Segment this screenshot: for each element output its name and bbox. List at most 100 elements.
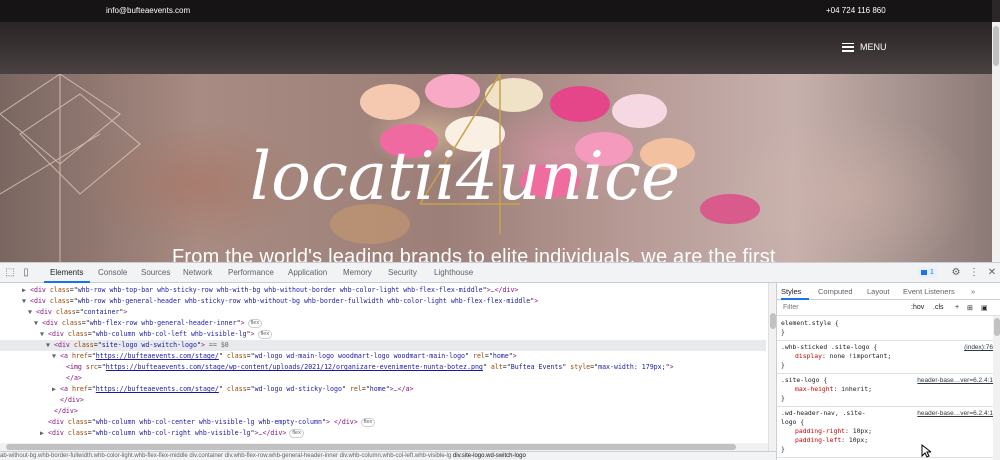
rule-selector[interactable]: .site-logo {header-base…ver=6.2.4:1 (777, 376, 993, 385)
tab-network[interactable]: Network (183, 268, 212, 277)
page-scrollbar-thumb[interactable] (993, 26, 999, 66)
expand-toggle-icon[interactable]: ▶ (52, 384, 60, 395)
dom-tree-horizontal-scrollbar[interactable] (0, 443, 768, 451)
dom-node-selected[interactable]: ▼ <div class="site-logo wd-switch-logo"> … (0, 340, 766, 351)
style-property[interactable]: display: none !important; (777, 352, 993, 361)
breadcrumb-item[interactable]: div.whb-flex-row.whb-general-header-inne… (225, 453, 338, 459)
page-scrollbar[interactable] (992, 22, 1000, 262)
rule-selector[interactable]: logo { (777, 418, 993, 427)
breadcrumb-item[interactable]: div.whb-column.whb-col-left.whb-visible-… (340, 453, 452, 459)
property-name[interactable]: max-height (781, 385, 833, 393)
device-toolbar-icon[interactable]: ▯ (20, 267, 32, 279)
expand-toggle-icon[interactable]: ▼ (46, 340, 54, 351)
tab-console[interactable]: Console (98, 268, 127, 277)
rule-source-link[interactable]: header-base…ver=6.2.4:1 (917, 409, 993, 418)
styles-scrollbar[interactable] (993, 316, 1000, 460)
dom-node[interactable]: ▼ <a href="https://bufteaevents.com/stage… (0, 351, 766, 362)
computed-sidebar-icon[interactable]: ▣ (981, 304, 988, 312)
dom-node[interactable]: ▼ <div class="whb-row whb-general-header … (0, 296, 766, 307)
rule-source-link[interactable]: (index):76 (964, 343, 993, 352)
topbar-phone[interactable]: +04 724 116 860 (826, 6, 886, 15)
tab-security[interactable]: Security (388, 268, 417, 277)
dom-node[interactable]: </div> (0, 395, 766, 406)
property-name[interactable]: display (781, 352, 822, 360)
hover-state-toggle[interactable]: :hov (911, 304, 924, 311)
dom-tree-horizontal-scrollbar-thumb[interactable] (6, 444, 736, 450)
style-rule[interactable]: element.style {} (777, 319, 993, 337)
tab-elements[interactable]: Elements (50, 268, 83, 277)
tab-performance[interactable]: Performance (228, 268, 274, 277)
dom-node[interactable]: <div class="whb-column whb-col-center wh… (0, 417, 766, 428)
style-rule[interactable]: .whb-sticked .site-logo {(index):76 displ… (777, 343, 993, 370)
inspect-element-icon[interactable]: ⬚ (4, 267, 16, 279)
dom-node[interactable]: ▼ <div class="container"> (0, 307, 766, 318)
style-property[interactable]: padding-right: 10px; (777, 427, 993, 436)
rule-close-brace: } (781, 328, 785, 336)
class-toggle[interactable]: .cls (933, 304, 944, 311)
expand-toggle-icon[interactable]: ▶ (40, 428, 48, 439)
property-name[interactable]: padding-right (781, 427, 845, 435)
dom-node[interactable]: ▶ <div class="whb-column whb-col-right wh… (0, 428, 766, 439)
tab-application[interactable]: Application (288, 268, 327, 277)
rule-source-link[interactable]: header-base…ver=6.2.4:1 (917, 376, 993, 385)
breadcrumb-item[interactable]: ab-without-bg.whb-border-fullwidth.whb-c… (0, 453, 188, 459)
dom-node[interactable]: ▶ <a href="https://bufteaevents.com/stage… (0, 384, 766, 395)
issues-badge[interactable]: 1 (918, 267, 937, 278)
styles-tab-layout[interactable]: Layout (867, 287, 890, 296)
expand-toggle-icon[interactable]: ▼ (22, 296, 30, 307)
property-value[interactable]: 10px; (853, 427, 872, 435)
menu-button[interactable]: MENU (842, 42, 887, 52)
dom-node[interactable]: ▼ <div class="whb-column whb-col-left whb… (0, 329, 766, 340)
styles-tab-styles[interactable]: Styles (781, 287, 801, 296)
rule-selector[interactable]: .wd-header-nav, .site-header-base…ver=6.… (777, 409, 993, 418)
dom-node[interactable]: ▶ <div class="whb-row whb-top-bar whb-sti… (0, 285, 766, 296)
dom-node[interactable]: ▼ <div class="whb-flex-row whb-general-he… (0, 318, 766, 329)
website-viewport: locatii4unice MENU info@bufteaevents.com… (0, 0, 1000, 262)
styles-scrollbar-thumb[interactable] (994, 318, 1000, 336)
rule-divider (777, 457, 993, 458)
styles-tab-bar: Styles Computed Layout Event Listeners » (777, 283, 1000, 300)
styles-filter-input[interactable] (783, 304, 873, 311)
expand-toggle-icon[interactable]: ▼ (52, 351, 60, 362)
hero-section: locatii4unice (0, 74, 992, 262)
close-icon[interactable]: ✕ (986, 267, 998, 279)
rule-divider (777, 340, 993, 341)
dom-node[interactable]: <img src="https://bufteaevents.com/stage… (0, 362, 766, 373)
rendering-emulation-icon[interactable]: ⊞ (967, 304, 973, 312)
rule-selector[interactable]: element.style { (777, 319, 993, 328)
dom-node-markup: </div> (60, 396, 84, 404)
property-value[interactable]: none !important; (830, 352, 892, 360)
rule-selector[interactable]: .whb-sticked .site-logo {(index):76 (777, 343, 993, 352)
breadcrumb-item[interactable]: div.container (189, 453, 223, 459)
style-property[interactable]: max-height: inherit; (777, 385, 993, 394)
expand-toggle-icon[interactable]: ▶ (22, 285, 30, 296)
styles-filter-bar: :hov .cls + ⊞ ▣ (777, 300, 1000, 316)
add-rule-icon[interactable]: + (955, 304, 959, 311)
dom-node[interactable]: </div> (0, 406, 766, 417)
expand-toggle-icon[interactable]: ▼ (34, 318, 42, 329)
more-tabs-icon[interactable]: » (971, 287, 975, 296)
expand-toggle-icon[interactable]: ▼ (28, 307, 36, 318)
rule-divider (777, 406, 993, 407)
style-rule[interactable]: .wd-header-nav, .site-header-base…ver=6.… (777, 409, 993, 454)
expand-toggle-icon[interactable]: ▼ (40, 329, 48, 340)
style-rule[interactable]: .site-logo {header-base…ver=6.2.4:1 max-h… (777, 376, 993, 403)
property-value[interactable]: inherit; (841, 385, 872, 393)
dom-node[interactable]: </a> (0, 373, 766, 384)
dom-node-markup: <div class="whb-column whb-col-center wh… (48, 418, 376, 427)
styles-tab-computed[interactable]: Computed (818, 287, 853, 296)
property-value[interactable]: 10px; (849, 436, 868, 444)
hero-logo-text: locatii4unice (250, 138, 680, 215)
more-options-icon[interactable]: ⋮ (968, 267, 980, 279)
dom-tree-scrollbar[interactable] (768, 283, 776, 451)
property-name[interactable]: padding-left (781, 436, 841, 444)
tab-lighthouse[interactable]: Lighthouse (434, 268, 473, 277)
tab-sources[interactable]: Sources (141, 268, 170, 277)
breadcrumb-item[interactable]: div.site-logo.wd-switch-logo (452, 453, 526, 459)
settings-gear-icon[interactable]: ⚙ (950, 267, 962, 279)
tab-memory[interactable]: Memory (343, 268, 372, 277)
style-property[interactable]: padding-left: 10px; (777, 436, 993, 445)
topbar-email[interactable]: info@bufteaevents.com (106, 6, 190, 15)
styles-tab-event-listeners[interactable]: Event Listeners (903, 287, 955, 296)
devtools-toolbar: ⬚ ▯ Elements Console Sources Network Perform… (0, 263, 1000, 283)
